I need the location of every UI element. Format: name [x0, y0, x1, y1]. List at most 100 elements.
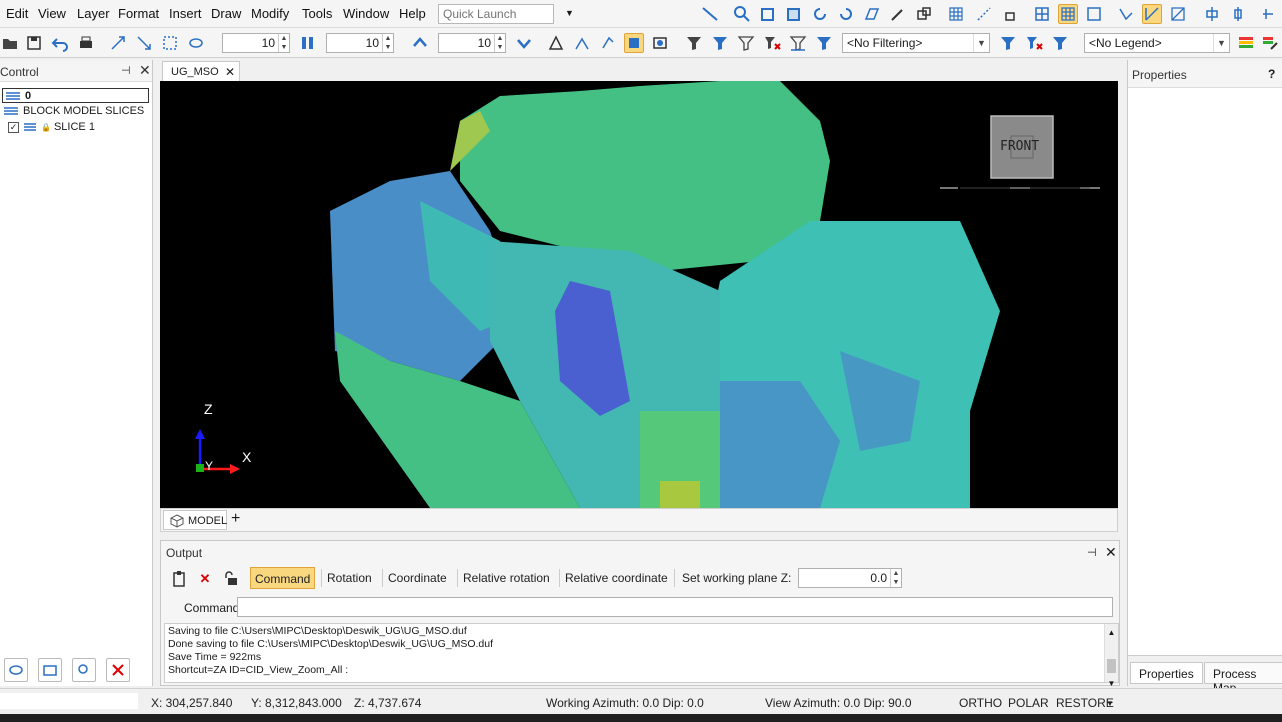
measure-icon[interactable]	[700, 4, 720, 24]
tree-item-slice-1[interactable]: ✓ 🔒 SLICE 1	[8, 121, 95, 133]
document-tab[interactable]: UG_MSO ✕	[162, 61, 240, 81]
save-icon[interactable]	[24, 33, 44, 53]
grid-icon[interactable]	[946, 4, 966, 24]
layer-new-icon[interactable]	[38, 658, 62, 682]
filter2-icon[interactable]	[710, 33, 730, 53]
menu-help[interactable]: Help	[399, 6, 426, 21]
view-box-icon[interactable]	[758, 4, 778, 24]
tab-properties[interactable]: Properties	[1130, 662, 1203, 684]
layer-delete-icon[interactable]	[106, 658, 130, 682]
print-icon[interactable]	[76, 33, 96, 53]
chevron-down-icon[interactable]: ▼	[1106, 699, 1114, 708]
align3-icon[interactable]	[1258, 4, 1278, 24]
tab-process-map[interactable]: Process Map	[1204, 662, 1282, 695]
tab-relative-coordinate[interactable]: Relative coordinate	[561, 567, 672, 589]
lock-icon[interactable]: 🔒	[41, 123, 51, 132]
clear-icon[interactable]: ✕	[195, 569, 215, 589]
filter-apply-icon[interactable]	[998, 33, 1018, 53]
ortho-view-icon[interactable]	[1084, 4, 1104, 24]
view-cube-label[interactable]: FRONT	[1000, 139, 1039, 154]
tree-item-block-model-slices[interactable]: BLOCK MODEL SLICES	[2, 105, 144, 117]
menu-insert[interactable]: Insert	[169, 6, 202, 21]
layer-search-icon[interactable]	[72, 658, 96, 682]
visibility-icon[interactable]	[186, 33, 206, 53]
filter-icon[interactable]	[684, 33, 704, 53]
paste-icon[interactable]	[169, 569, 189, 589]
grid-snap-icon[interactable]	[1032, 4, 1052, 24]
menu-edit[interactable]: Edit	[6, 6, 28, 21]
model-viewport[interactable]: FRONT Z X Y	[160, 81, 1118, 508]
transform2-icon[interactable]	[134, 33, 154, 53]
align2-icon[interactable]	[1228, 4, 1248, 24]
plane-icon[interactable]	[862, 4, 882, 24]
close-icon[interactable]: ✕	[225, 65, 235, 79]
help-icon[interactable]: ?	[1268, 67, 1275, 81]
quick-launch-input[interactable]	[438, 4, 554, 24]
menu-tools[interactable]: Tools	[302, 6, 332, 21]
lock-icon[interactable]	[1000, 4, 1020, 24]
view-box2-icon[interactable]	[784, 4, 804, 24]
slice-step-stepper[interactable]: 10 ▲ ▼	[326, 33, 394, 53]
legend-edit-icon[interactable]	[1260, 33, 1280, 53]
visibility-checkbox[interactable]: ✓	[8, 121, 19, 133]
legend-color-icon[interactable]	[1236, 33, 1256, 53]
close-icon[interactable]: ✕	[139, 62, 151, 79]
legend-select[interactable]: <No Legend> ▼	[1084, 33, 1230, 53]
window-icon[interactable]	[914, 4, 934, 24]
section2-icon[interactable]	[572, 33, 592, 53]
diagonal-icon[interactable]	[1168, 4, 1188, 24]
menu-view[interactable]: View	[38, 6, 66, 21]
working-plane-z-stepper[interactable]: 0.0 ▲ ▼	[798, 568, 902, 588]
pin-icon[interactable]: ⊣	[121, 64, 131, 77]
filter-remove-icon[interactable]	[1024, 33, 1044, 53]
slice-down-icon[interactable]	[514, 33, 534, 53]
slice-width-stepper[interactable]: 10 ▲ ▼	[222, 33, 290, 53]
snap-icon[interactable]	[974, 4, 994, 24]
polar-toggle[interactable]: POLAR	[1008, 696, 1049, 710]
tab-coordinate[interactable]: Coordinate	[384, 567, 451, 589]
layer-toggle-icon[interactable]	[4, 658, 28, 682]
close-icon[interactable]: ✕	[1105, 544, 1117, 561]
zoom-icon[interactable]	[732, 4, 752, 24]
align-icon[interactable]	[1202, 4, 1222, 24]
angle-icon[interactable]	[1142, 4, 1162, 24]
pin-icon[interactable]: ⊣	[1087, 546, 1097, 559]
polyline-icon[interactable]	[1116, 4, 1136, 24]
slice-offset-stepper[interactable]: 10 ▲ ▼	[438, 33, 506, 53]
menu-format[interactable]: Format	[118, 6, 159, 21]
log-scrollbar[interactable]: ▲ ▼	[1104, 624, 1118, 688]
menu-draw[interactable]: Draw	[211, 6, 241, 21]
tab-command[interactable]: Command	[250, 567, 316, 589]
pen-icon[interactable]	[888, 4, 908, 24]
solid-view-icon[interactable]	[624, 33, 644, 53]
grid-display-icon[interactable]	[1058, 4, 1078, 24]
slice-bars-icon[interactable]	[298, 33, 318, 53]
filter3-icon[interactable]	[736, 33, 756, 53]
rotate2-icon[interactable]	[836, 4, 856, 24]
tree-item-layer-0[interactable]: 0	[2, 88, 149, 103]
tab-rotation[interactable]: Rotation	[323, 567, 376, 589]
model-tab[interactable]: MODEL	[163, 510, 227, 530]
render-icon[interactable]	[650, 33, 670, 53]
section3-icon[interactable]	[598, 33, 618, 53]
ortho-toggle[interactable]: ORTHO	[959, 696, 1002, 710]
command-input[interactable]	[237, 597, 1113, 617]
unlock-icon[interactable]	[221, 569, 241, 589]
open-icon[interactable]	[0, 33, 20, 53]
select-window-icon[interactable]	[160, 33, 180, 53]
menu-layer[interactable]: Layer	[77, 6, 110, 21]
transform-icon[interactable]	[108, 33, 128, 53]
slice-up-icon[interactable]	[410, 33, 430, 53]
filter4-icon[interactable]	[788, 33, 808, 53]
filter-clear-icon[interactable]	[762, 33, 782, 53]
status-input[interactable]	[0, 693, 138, 709]
undo-icon[interactable]	[50, 33, 70, 53]
menu-window[interactable]: Window	[343, 6, 389, 21]
section-icon[interactable]	[546, 33, 566, 53]
tab-relative-rotation[interactable]: Relative rotation	[459, 567, 554, 589]
rotate-icon[interactable]	[810, 4, 830, 24]
menu-modify[interactable]: Modify	[251, 6, 289, 21]
filter-edit-icon[interactable]	[1050, 33, 1070, 53]
quick-launch-dropdown-icon[interactable]: ▼	[565, 8, 574, 18]
filter5-icon[interactable]	[814, 33, 834, 53]
